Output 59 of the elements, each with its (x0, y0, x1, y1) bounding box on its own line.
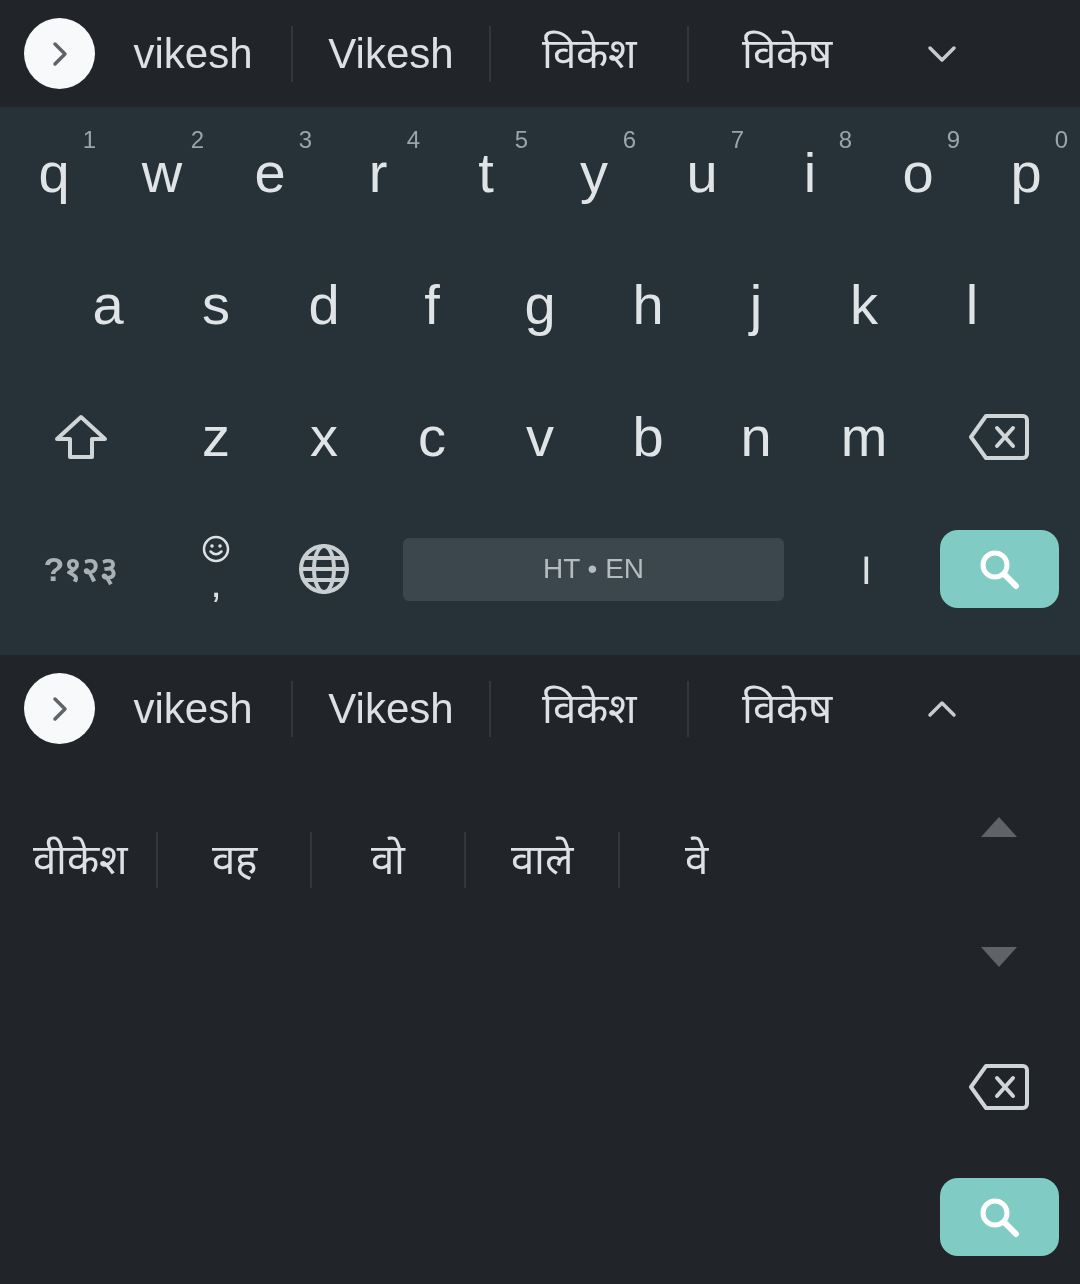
suggestion[interactable]: विकेश (541, 687, 637, 730)
backspace-icon[interactable] (968, 413, 1030, 461)
number-hint: 7 (730, 128, 744, 152)
number-hint: 3 (298, 128, 312, 152)
letter-key[interactable]: a (92, 277, 124, 333)
search-icon (978, 1196, 1020, 1238)
suggestion[interactable]: विकेष (742, 687, 832, 730)
chevron-right-icon (51, 695, 68, 722)
letter-key[interactable]: z (202, 409, 230, 465)
search-button[interactable] (939, 530, 1059, 608)
letter-key[interactable]: i (803, 145, 817, 201)
search-button[interactable] (939, 1178, 1059, 1256)
smiley-icon (202, 535, 230, 563)
suggestion[interactable]: विकेश (541, 32, 637, 75)
suggestion[interactable]: वह (211, 839, 257, 881)
number-hint: 8 (838, 128, 852, 152)
letter-key[interactable]: o (902, 145, 934, 201)
letter-key[interactable]: v (526, 409, 554, 465)
globe-icon[interactable] (298, 543, 350, 595)
letter-key[interactable]: r (368, 145, 388, 201)
letter-key[interactable]: s (202, 277, 230, 333)
letter-key[interactable]: t (478, 145, 494, 201)
danda-key[interactable]: । (855, 547, 873, 591)
letter-key[interactable]: d (308, 277, 340, 333)
number-hint: 5 (514, 128, 528, 152)
letter-key[interactable]: l (965, 277, 979, 333)
letter-key[interactable]: w (141, 145, 183, 201)
search-icon (978, 548, 1020, 590)
letter-key[interactable]: h (632, 277, 664, 333)
suggestion[interactable]: vikesh (133, 32, 253, 75)
chevron-down-icon[interactable] (927, 44, 957, 63)
letter-key[interactable]: c (418, 409, 446, 465)
chevron-up-icon[interactable] (927, 699, 957, 718)
chevron-right-icon (51, 40, 68, 67)
number-hint: 1 (82, 128, 96, 152)
number-hint: 0 (1054, 128, 1068, 152)
suggestion[interactable]: Vikesh (328, 32, 454, 75)
letter-key[interactable]: x (310, 409, 338, 465)
suggestion[interactable]: विकेष (742, 32, 832, 75)
caret-down-icon[interactable] (981, 947, 1017, 967)
letter-key[interactable]: b (632, 409, 664, 465)
suggestion[interactable]: vikesh (133, 687, 253, 730)
shift-icon[interactable] (54, 414, 108, 460)
space-bar[interactable]: HT • EN (403, 537, 784, 601)
letter-key[interactable]: n (740, 409, 772, 465)
symbols-key[interactable]: ?१२३ (43, 552, 119, 586)
number-hint: 4 (406, 128, 420, 152)
letter-key[interactable]: m (840, 409, 888, 465)
letter-key[interactable]: u (686, 145, 718, 201)
number-hint: 6 (622, 128, 636, 152)
number-hint: 2 (190, 128, 204, 152)
letter-key[interactable]: f (424, 277, 440, 333)
caret-up-icon[interactable] (981, 817, 1017, 837)
letter-key[interactable]: e (254, 145, 286, 201)
letter-key[interactable]: k (850, 277, 878, 333)
comma-key[interactable]: , (202, 535, 230, 603)
suggestion[interactable]: Vikesh (328, 687, 454, 730)
backspace-icon[interactable] (968, 1063, 1030, 1111)
number-hint: 9 (946, 128, 960, 152)
